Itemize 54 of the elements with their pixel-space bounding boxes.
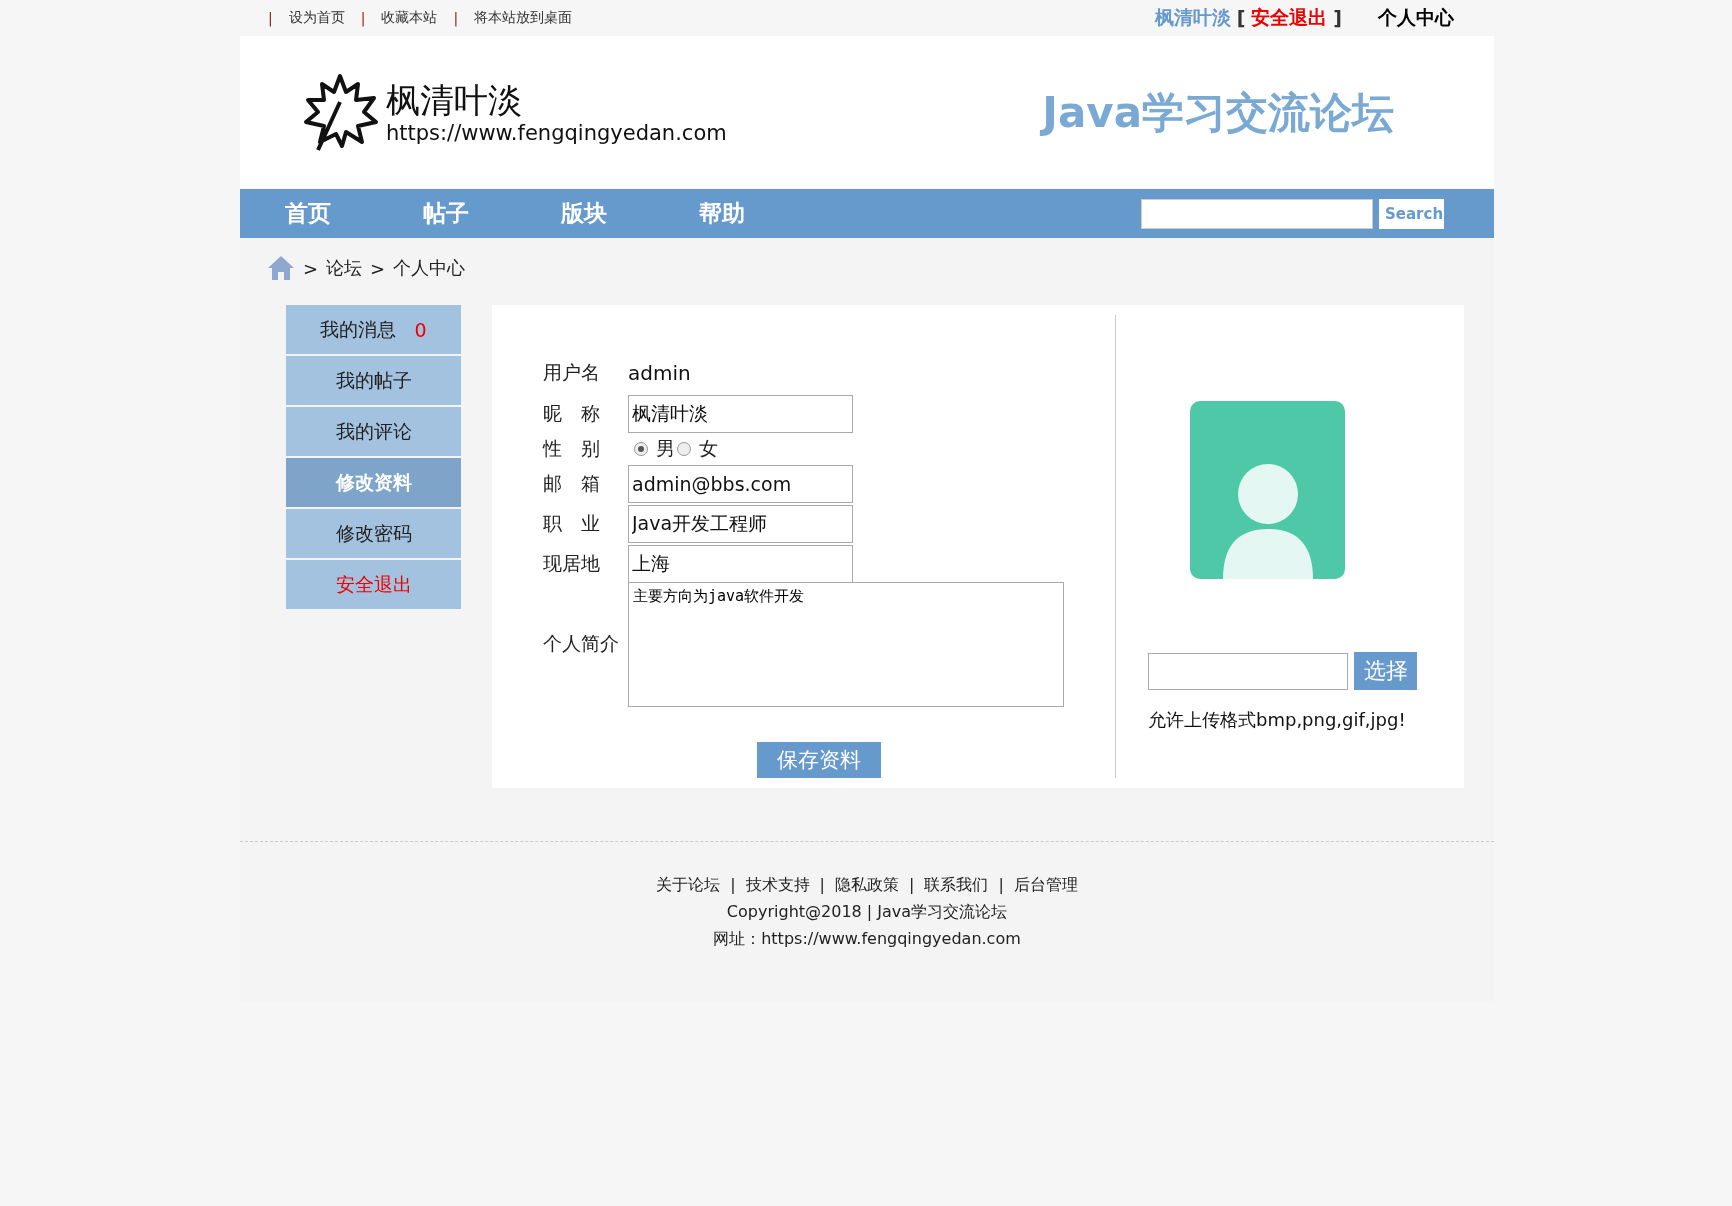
sidebar-item[interactable]: 我的消息 0: [286, 305, 461, 354]
footer-link[interactable]: 技术支持: [745, 875, 810, 896]
sidebar-item[interactable]: 修改密码: [286, 509, 461, 558]
banner-title: Java学习交流论坛: [1042, 86, 1394, 139]
input-field[interactable]: 枫清叶淡: [628, 395, 853, 433]
field-label: 现居地: [543, 551, 601, 576]
logo-name: 枫清叶淡: [386, 80, 523, 121]
file-path-field[interactable]: [1148, 652, 1348, 690]
sidebar-item[interactable]: 我的评论: [286, 407, 461, 456]
top-link[interactable]: 收藏本站: [381, 9, 438, 27]
input-field[interactable]: admin@bbs.com: [628, 465, 853, 503]
footer-link[interactable]: 隐私政策: [835, 875, 899, 896]
sidebar-item-label: 我的消息: [320, 316, 397, 342]
breadcrumb-item[interactable]: 论坛: [326, 256, 363, 280]
radio-button[interactable]: [677, 442, 691, 456]
breadcrumb-separator: >: [303, 257, 319, 279]
field-label: 性 别: [543, 436, 601, 461]
breadcrumb-item: 个人中心: [393, 256, 466, 280]
bracket-text: ]: [1333, 7, 1342, 29]
footer-link[interactable]: 联系我们: [924, 875, 989, 896]
search-field[interactable]: [1141, 198, 1373, 229]
divider-mark: |: [268, 10, 273, 26]
top-link[interactable]: 将本站放到桌面: [474, 9, 573, 27]
home-icon[interactable]: [267, 255, 295, 281]
footer-link[interactable]: 后台管理: [1013, 875, 1078, 896]
field-label: 职 业: [543, 511, 601, 536]
copyright-text: Copyright@2018 | Java学习交流论坛: [726, 902, 1008, 923]
radio-button[interactable]: [634, 442, 648, 456]
divider-mark: |: [453, 10, 459, 26]
upload-hint: 允许上传格式bmp,png,gif,jpg!: [1148, 708, 1407, 732]
divider-mark: |: [819, 875, 825, 896]
footer-link[interactable]: 关于论坛: [656, 875, 721, 896]
sidebar-item[interactable]: 我的帖子: [286, 356, 461, 405]
divider-mark: |: [730, 875, 736, 896]
breadcrumb-separator: >: [370, 257, 386, 279]
bracket-text: [: [1236, 7, 1246, 29]
field-label: 用户名: [543, 360, 601, 385]
message-count: 0: [414, 318, 427, 341]
top-link[interactable]: 设为首页: [288, 9, 345, 27]
divider-mark: |: [998, 875, 1004, 896]
divider-mark: |: [360, 10, 366, 26]
logout-link[interactable]: 安全退出: [1251, 5, 1328, 31]
user-center-link[interactable]: 个人中心: [1378, 5, 1454, 31]
logo-url: https://www.fengqingyedan.com: [386, 120, 727, 145]
radio-label: 女: [699, 436, 718, 461]
bio-field[interactable]: 主要方向为java软件开发: [628, 581, 1064, 707]
field-label: 昵 称: [543, 401, 601, 426]
field-label: 邮 箱: [543, 471, 601, 496]
username-value: admin: [628, 361, 691, 385]
field-label: 个人简介: [543, 631, 620, 657]
divider-mark: |: [909, 875, 915, 896]
radio-label: 男: [656, 436, 675, 461]
address-text: 网址：https://www.fengqingyedan.com: [713, 929, 1021, 950]
input-field[interactable]: 上海: [628, 545, 853, 583]
